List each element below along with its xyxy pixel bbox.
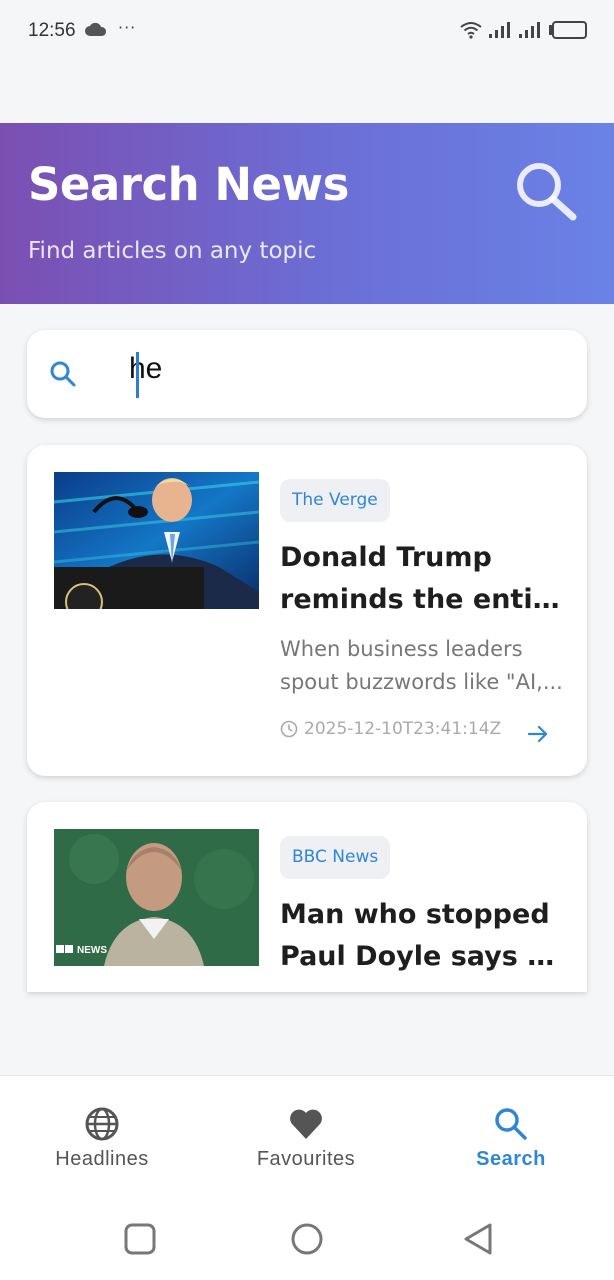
back-icon[interactable] bbox=[462, 1222, 494, 1256]
source-badge: BBC News bbox=[280, 836, 391, 879]
bottom-navigation: Headlines Favourites Search bbox=[0, 1075, 614, 1200]
status-time: 12:56 bbox=[28, 20, 76, 41]
home-icon[interactable] bbox=[290, 1222, 324, 1256]
search-icon bbox=[495, 1108, 527, 1140]
signal-icon bbox=[489, 22, 510, 38]
status-bar: 12:56 ··· bbox=[0, 0, 614, 64]
nav-label: Headlines bbox=[55, 1148, 149, 1170]
recent-apps-icon[interactable] bbox=[124, 1222, 156, 1256]
nav-item-favourites[interactable]: Favourites bbox=[216, 1106, 396, 1171]
search-icon bbox=[50, 361, 76, 387]
search-value[interactable]: he bbox=[129, 352, 162, 386]
article-title: Donald Trump reminds the entire ... bbox=[280, 542, 565, 615]
article-thumbnail: NEWS bbox=[54, 829, 259, 966]
search-input[interactable]: he bbox=[27, 330, 587, 418]
nav-label: Favourites bbox=[256, 1148, 356, 1170]
article-description: When business leaders spout buzzwords li… bbox=[280, 637, 563, 694]
status-indicators bbox=[460, 20, 588, 40]
article-timestamp: 2025-12-10T23:41:14Z bbox=[280, 719, 501, 739]
source-badge: The Verge bbox=[280, 479, 390, 522]
article-thumbnail bbox=[54, 472, 259, 609]
svg-text:NEWS: NEWS bbox=[77, 945, 107, 956]
page-title: Search News bbox=[28, 158, 349, 211]
article-title: Man who stopped Paul Doyle says he ... bbox=[280, 899, 565, 972]
nav-item-search[interactable]: Search bbox=[421, 1106, 601, 1171]
clock-icon bbox=[280, 720, 298, 738]
globe-icon bbox=[85, 1107, 119, 1141]
article-card[interactable]: The Verge Donald Trump reminds the entir… bbox=[27, 445, 587, 776]
signal-icon-2 bbox=[519, 22, 540, 38]
heart-icon bbox=[290, 1109, 322, 1139]
nav-label: Search bbox=[476, 1148, 546, 1170]
page-subtitle: Find articles on any topic bbox=[28, 238, 317, 264]
text-cursor bbox=[136, 352, 139, 398]
wifi-icon bbox=[460, 22, 482, 39]
nav-item-headlines[interactable]: Headlines bbox=[12, 1106, 192, 1171]
article-card[interactable]: NEWS BBC News Man who stopped Paul Doyle… bbox=[27, 802, 587, 992]
system-navigation-bar bbox=[0, 1200, 614, 1280]
cloud-icon bbox=[85, 22, 107, 36]
arrow-right-icon[interactable] bbox=[527, 723, 549, 745]
status-overflow-dots: ··· bbox=[118, 18, 137, 37]
battery-icon bbox=[549, 21, 587, 39]
search-icon bbox=[517, 163, 577, 221]
